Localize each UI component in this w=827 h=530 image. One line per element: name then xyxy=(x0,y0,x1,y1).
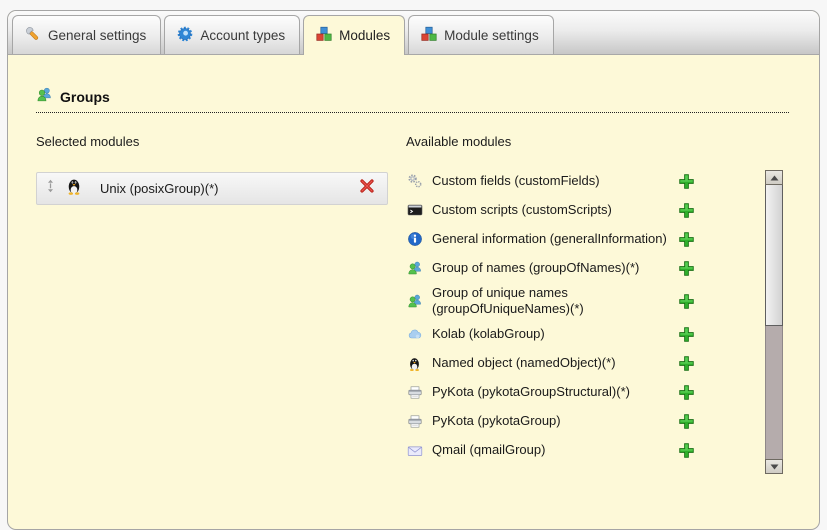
available-module-row: Group of names (groupOfNames)(*) xyxy=(406,256,733,280)
tux-icon xyxy=(406,356,423,372)
scroll-down-icon[interactable] xyxy=(765,459,783,474)
tab-account-types[interactable]: Account types xyxy=(164,15,300,54)
envelope-icon xyxy=(406,443,423,459)
tab-label: Modules xyxy=(339,28,390,43)
groups-section-header: Groups xyxy=(36,86,789,113)
add-icon[interactable] xyxy=(678,326,695,343)
scrollbar[interactable] xyxy=(765,170,783,474)
available-module-row: Custom fields (customFields) xyxy=(406,169,733,193)
available-module-row: Qmail (qmailGroup) xyxy=(406,439,733,463)
terminal-icon xyxy=(406,202,423,218)
gear-icon xyxy=(177,26,193,45)
printer-icon xyxy=(406,385,423,401)
add-icon[interactable] xyxy=(678,413,695,430)
tab-bar: General settings Account types xyxy=(8,11,819,55)
available-module-row: PyKota (pykotaGroupStructural)(*) xyxy=(406,381,733,405)
scrollbar-track[interactable] xyxy=(765,326,783,459)
tab-general-settings[interactable]: General settings xyxy=(12,15,161,54)
scrollbar-thumb[interactable] xyxy=(765,185,783,326)
module-name: Group of names (groupOfNames)(*) xyxy=(432,260,639,276)
tab-label: Module settings xyxy=(444,28,539,43)
section-title: Groups xyxy=(60,89,110,105)
module-name: Named object (namedObject)(*) xyxy=(432,355,616,371)
tab-modules[interactable]: Modules xyxy=(303,15,405,55)
printer-icon xyxy=(406,414,423,430)
module-name: PyKota (pykotaGroup) xyxy=(432,413,561,429)
tux-icon xyxy=(65,177,83,201)
groups-icon xyxy=(36,86,53,108)
available-module-row: Group of unique names (groupOfUniqueName… xyxy=(406,285,733,318)
cloud-icon xyxy=(406,327,423,343)
blocks-icon xyxy=(316,26,332,45)
add-icon[interactable] xyxy=(678,173,695,190)
drag-handle-icon[interactable] xyxy=(46,179,55,198)
module-name: Kolab (kolabGroup) xyxy=(432,326,545,342)
add-icon[interactable] xyxy=(678,293,695,310)
selected-module-name: Unix (posixGroup)(*) xyxy=(100,181,359,196)
available-modules-label: Available modules xyxy=(406,134,789,149)
selected-modules-label: Selected modules xyxy=(36,134,388,149)
add-icon[interactable] xyxy=(678,355,695,372)
tab-module-settings[interactable]: Module settings xyxy=(408,15,554,54)
add-icon[interactable] xyxy=(678,442,695,459)
settings-window: General settings Account types xyxy=(7,10,820,530)
add-icon[interactable] xyxy=(678,260,695,277)
tab-label: Account types xyxy=(200,28,285,43)
modules-panel: Groups Selected modules xyxy=(8,86,819,468)
gears-icon xyxy=(406,173,423,189)
available-module-row: PyKota (pykotaGroup) xyxy=(406,410,733,434)
groups-icon xyxy=(406,293,423,309)
scroll-up-icon[interactable] xyxy=(765,170,783,185)
module-name: Qmail (qmailGroup) xyxy=(432,442,545,458)
module-name: General information (generalInformation) xyxy=(432,231,667,247)
module-name: Custom scripts (customScripts) xyxy=(432,202,612,218)
add-icon[interactable] xyxy=(678,202,695,219)
wrench-icon xyxy=(25,26,41,45)
groups-icon xyxy=(406,260,423,276)
add-icon[interactable] xyxy=(678,384,695,401)
available-module-row: General information (generalInformation) xyxy=(406,227,733,251)
blocks-icon xyxy=(421,26,437,45)
module-name: Custom fields (customFields) xyxy=(432,173,600,189)
info-icon xyxy=(406,231,423,247)
tab-label: General settings xyxy=(48,28,146,43)
selected-module-row[interactable]: Unix (posixGroup)(*) xyxy=(36,172,388,205)
add-icon[interactable] xyxy=(678,231,695,248)
delete-icon[interactable] xyxy=(359,178,375,199)
module-name: Group of unique names (groupOfUniqueName… xyxy=(432,285,678,318)
available-modules-list: Custom fields (customFields) xyxy=(406,169,789,463)
module-name: PyKota (pykotaGroupStructural)(*) xyxy=(432,384,630,400)
available-module-row: Custom scripts (customScripts) xyxy=(406,198,733,222)
available-module-row: Kolab (kolabGroup) xyxy=(406,323,733,347)
available-module-row: Named object (namedObject)(*) xyxy=(406,352,733,376)
